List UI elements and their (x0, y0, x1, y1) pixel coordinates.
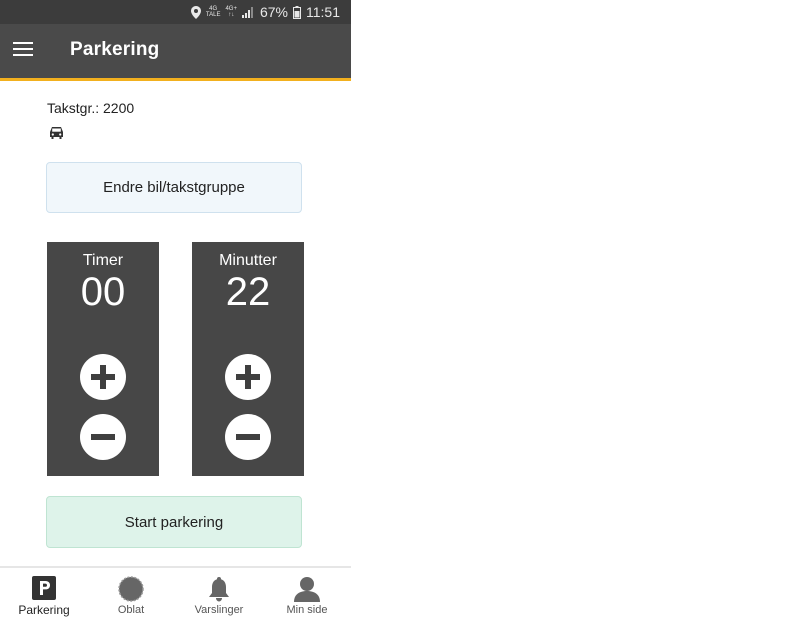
nav-label-parkering: Parkering (18, 603, 70, 617)
hours-value: 00 (80, 270, 126, 314)
minutes-value: 22 (225, 270, 271, 314)
clock: 11:51 (306, 4, 340, 20)
hours-label: Timer (82, 252, 124, 269)
minutes-increment-button[interactable] (225, 354, 271, 400)
hours-increment-button[interactable] (80, 354, 126, 400)
minus-icon (236, 434, 260, 440)
nav-item-parkering[interactable]: Parkering (4, 568, 84, 623)
nav-item-oblat[interactable]: Oblat (91, 568, 171, 623)
nav-item-min-side[interactable]: Min side (267, 568, 347, 623)
page-title: Parkering (70, 39, 160, 60)
network-4gplus-indicator: 4G+ ↑↓ (225, 6, 237, 18)
app-bar: Parkering (0, 24, 351, 78)
status-bar: 4G TALE 4G+ ↑↓ 67% 11:51 (0, 0, 351, 24)
hours-decrement-button[interactable] (80, 414, 126, 460)
oblat-icon (118, 576, 144, 602)
start-parking-button[interactable]: Start parkering (46, 496, 302, 548)
car-icon (50, 127, 63, 139)
user-icon (294, 577, 320, 602)
location-icon (190, 5, 201, 19)
app-bar-accent-line (0, 78, 351, 81)
change-vehicle-button[interactable]: Endre bil/takstgruppe (46, 162, 302, 213)
network-arrows-label: ↑↓ (228, 12, 235, 18)
nav-label-varslinger: Varslinger (194, 604, 244, 616)
signal-icon (241, 7, 253, 18)
minus-icon (91, 434, 115, 440)
start-parking-label: Start parkering (124, 513, 224, 531)
network-tale-label: TALE (205, 12, 221, 18)
bottom-nav: Parkering Oblat Varslinger Min side (0, 566, 351, 623)
hours-panel: Timer 00 (47, 242, 159, 476)
nav-label-min-side: Min side (286, 604, 328, 616)
nav-label-oblat: Oblat (117, 604, 145, 616)
parking-icon (32, 576, 56, 600)
minutes-panel: Minutter 22 (192, 242, 304, 476)
change-vehicle-label: Endre bil/takstgruppe (103, 179, 245, 196)
takst-group-label: Takstgr.: 2200 (47, 100, 135, 116)
minutes-decrement-button[interactable] (225, 414, 271, 460)
network-4g-indicator: 4G TALE (206, 6, 221, 18)
battery-percent: 67% (259, 4, 288, 20)
menu-icon[interactable] (13, 42, 33, 58)
minutes-label: Minutter (219, 252, 277, 269)
phone-screen: 4G TALE 4G+ ↑↓ 67% 11:51 Parkering Takst… (0, 0, 351, 623)
nav-item-varslinger[interactable]: Varslinger (179, 568, 259, 623)
battery-icon (293, 5, 301, 19)
bell-icon (209, 577, 229, 602)
